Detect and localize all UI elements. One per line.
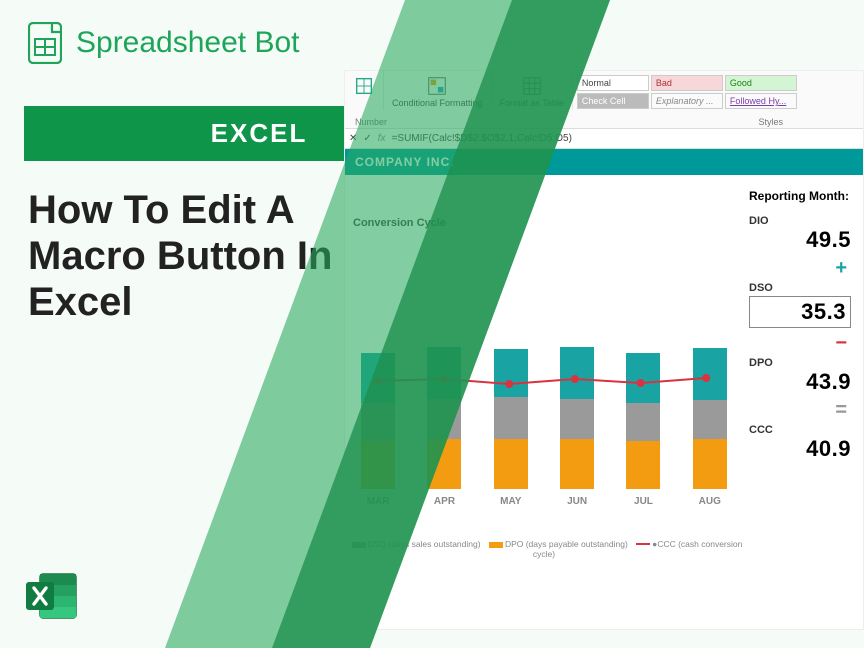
brand-name: Spreadsheet Bot <box>76 26 300 60</box>
metric-dio: DIO 49.5 <box>749 215 851 253</box>
bar-label-may: MAY <box>500 496 521 507</box>
format-as-table-button[interactable]: Format as Table <box>492 71 573 110</box>
bar-jun: JUN <box>560 347 594 489</box>
ribbon-styles-caption: Styles <box>758 117 783 127</box>
bar-jul: JUL <box>626 353 660 489</box>
formula-bar[interactable]: ✕ ✓ fx =SUMIF(Calc!$D$2:$O$2,1,Calc!D5:O… <box>345 129 863 149</box>
conditional-formatting-button[interactable]: Conditional Formatting <box>384 71 492 110</box>
metric-dso: DSO 35.3 <box>749 282 851 328</box>
metric-dpo-value: 43.9 <box>749 369 851 395</box>
fx-cancel-icon[interactable]: ✕ <box>349 133 357 144</box>
fx-icon[interactable]: fx <box>378 133 386 144</box>
chart-title: Conversion Cycle <box>353 217 735 229</box>
bar-label-jun: JUN <box>567 496 587 507</box>
style-explanatory[interactable]: Explanatory ... <box>651 93 723 109</box>
chart-legend: DSO (days sales outstanding) DPO (days p… <box>345 539 743 559</box>
legend-dso: DSO (days sales outstanding) <box>368 539 481 549</box>
excel-ribbon: Conditional Formatting Format as Table N… <box>345 71 863 129</box>
bar-may: MAY <box>494 349 528 489</box>
cell-styles-gallery[interactable]: Normal Bad Good Check Cell Explanatory .… <box>573 71 813 113</box>
bar-label-apr: APR <box>434 496 455 507</box>
metric-dio-label: DIO <box>749 215 851 227</box>
format-as-table-label: Format as Table <box>500 99 564 108</box>
chart-bars: MAR APR MAY JUN JUL <box>345 289 743 489</box>
style-normal[interactable]: Normal <box>577 75 649 91</box>
conversion-cycle-chart: Conversion Cycle MAR APR MAY JUN <box>345 209 743 569</box>
metric-dio-value: 49.5 <box>749 227 851 253</box>
fx-confirm-icon[interactable]: ✓ <box>363 133 371 144</box>
brand-header: Spreadsheet Bot <box>0 0 864 74</box>
bar-label-aug: AUG <box>699 496 721 507</box>
ccc-line-series <box>345 289 743 489</box>
bar-label-jul: JUL <box>634 496 653 507</box>
metric-dpo: DPO 43.9 <box>749 357 851 395</box>
spreadsheet-file-icon <box>28 22 62 64</box>
reporting-month-label: Reporting Month: <box>345 175 863 209</box>
metric-ccc-label: CCC <box>749 424 851 436</box>
operator-plus-icon: + <box>749 257 847 280</box>
company-header: COMPANY INC. <box>345 149 863 175</box>
conditional-formatting-label: Conditional Formatting <box>392 99 483 108</box>
metric-ccc: CCC 40.9 <box>749 424 851 462</box>
metric-dpo-label: DPO <box>749 357 851 369</box>
excel-screenshot: Conditional Formatting Format as Table N… <box>344 70 864 630</box>
bar-mar: MAR <box>361 353 395 489</box>
bar-label-mar: MAR <box>367 496 390 507</box>
metrics-panel: DIO 49.5 + DSO 35.3 − DPO 43.9 = CCC 40.… <box>743 209 863 569</box>
bar-aug: AUG <box>693 348 727 489</box>
operator-minus-icon: − <box>749 332 847 355</box>
bar-apr: APR <box>427 347 461 489</box>
metric-dso-value[interactable]: 35.3 <box>749 296 851 328</box>
legend-dpo: DPO (days payable outstanding) <box>505 539 628 549</box>
metric-dso-label: DSO <box>749 282 851 294</box>
style-followed-hyperlink[interactable]: Followed Hy... <box>725 93 797 109</box>
excel-app-icon <box>24 568 80 624</box>
style-good[interactable]: Good <box>725 75 797 91</box>
ribbon-number-caption: Number <box>355 117 387 127</box>
metric-ccc-value: 40.9 <box>749 436 851 462</box>
style-bad[interactable]: Bad <box>651 75 723 91</box>
operator-equals-icon: = <box>749 399 847 422</box>
style-check-cell[interactable]: Check Cell <box>577 93 649 109</box>
formula-text[interactable]: =SUMIF(Calc!$D$2:$O$2,1,Calc!D5:O5) <box>392 133 572 144</box>
ribbon-number-group[interactable] <box>345 71 384 110</box>
